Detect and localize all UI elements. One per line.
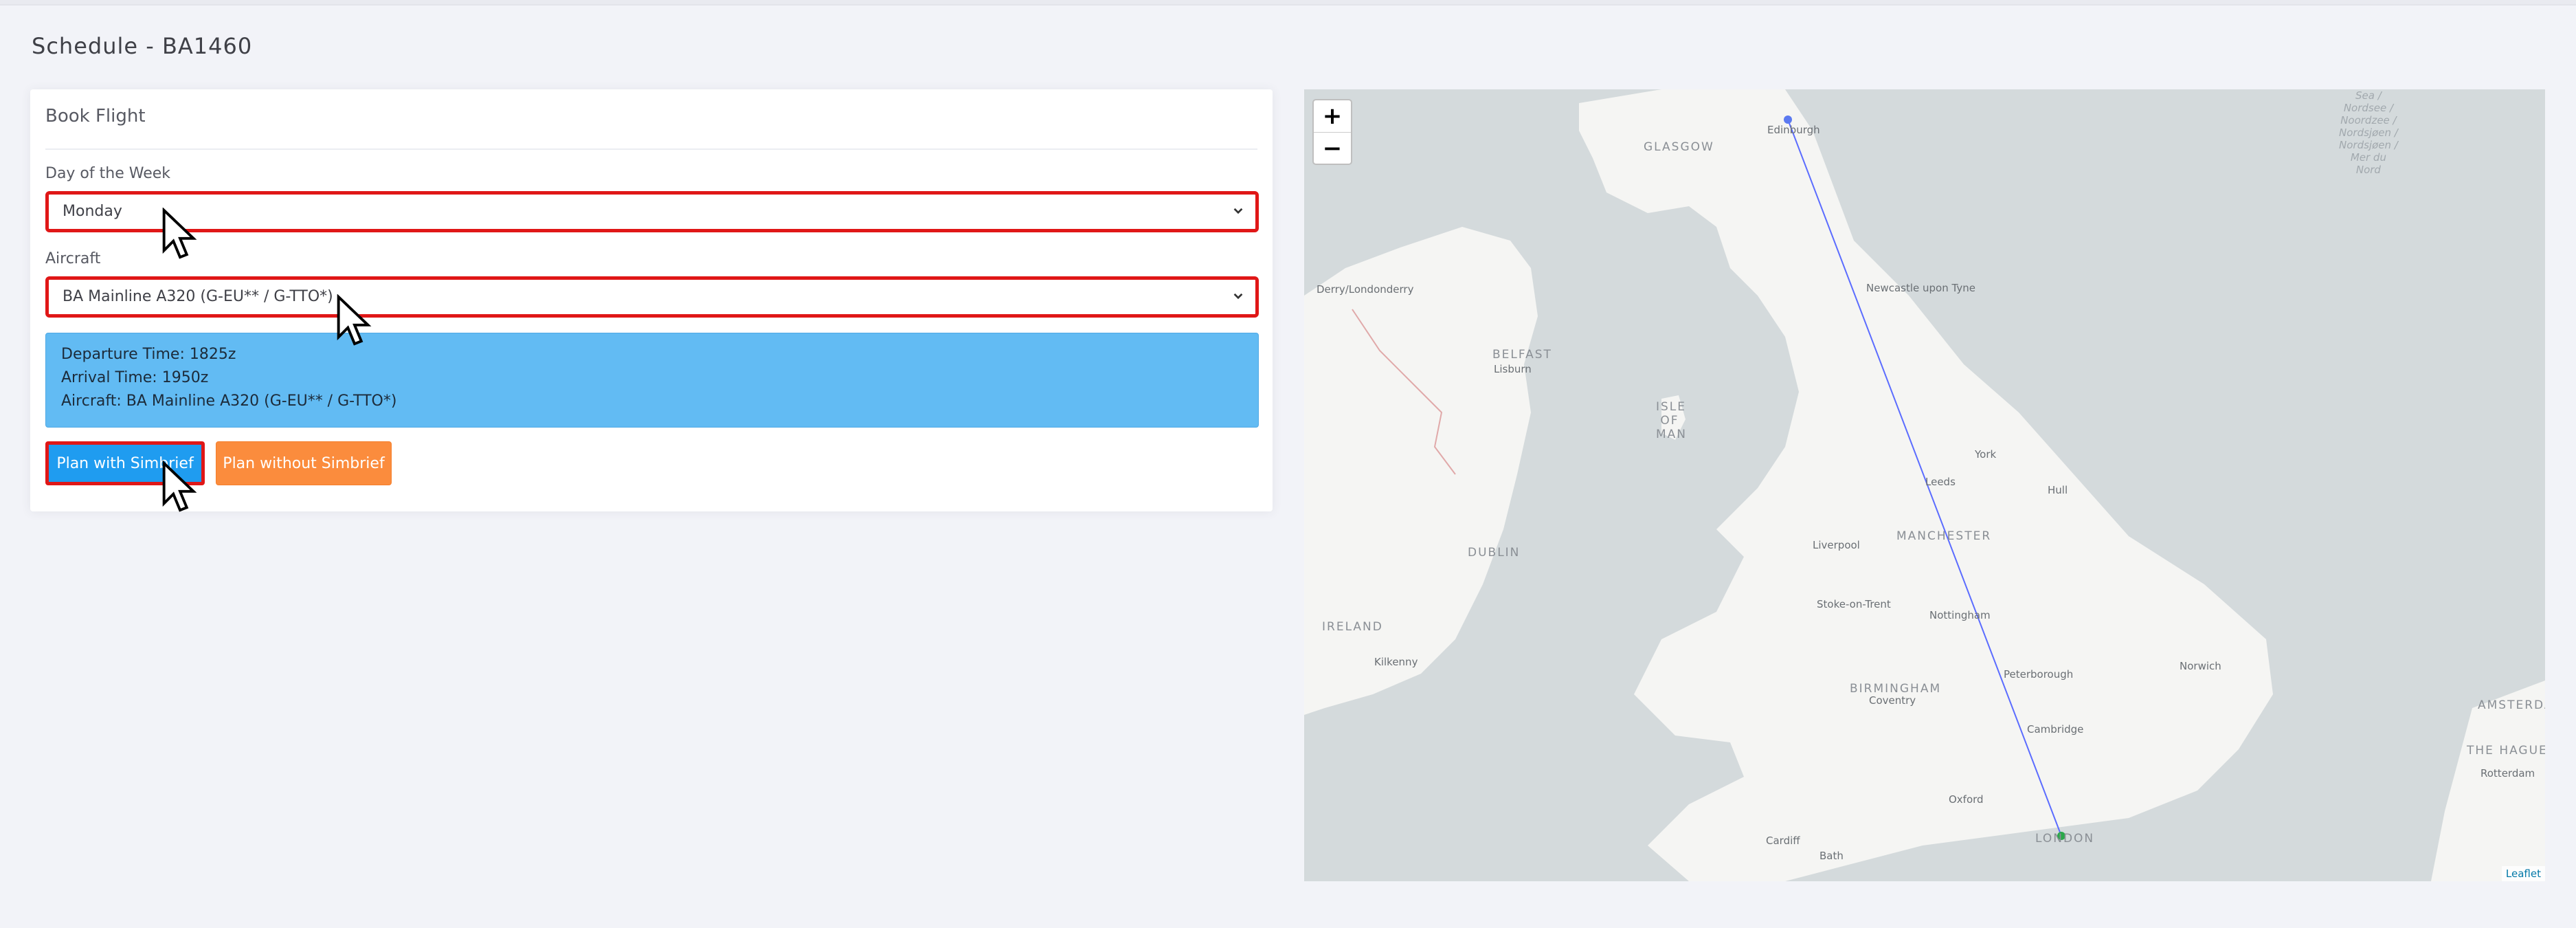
- aircraft-value: BA Mainline A320 (G-EU** / G-TTO*): [63, 288, 333, 305]
- page-title: Schedule - BA1460: [32, 33, 253, 59]
- map-label-belfast: BELFAST: [1492, 348, 1552, 362]
- map-label-birmingham: BIRMINGHAM: [1850, 682, 1942, 696]
- map-label-edinburgh: Edinburgh: [1767, 124, 1820, 136]
- map-label-north-sea: Sea / Nordsee / Noordzee / Nordsjøen / N…: [2339, 89, 2398, 176]
- map-label-oxford: Oxford: [1949, 793, 1984, 806]
- map-label-york: York: [1975, 448, 1997, 461]
- zoom-in-button[interactable]: +: [1314, 100, 1351, 132]
- map-label-peterborough: Peterborough: [2004, 668, 2074, 681]
- map-label-nottingham: Nottingham: [1929, 609, 1991, 621]
- map-label-hull: Hull: [2048, 484, 2068, 496]
- origin-marker: [1784, 115, 1792, 124]
- map-label-rotterdam: Rotterdam: [2480, 767, 2535, 780]
- map-label-amsterdam: AMSTERDAM: [2478, 698, 2545, 712]
- map-label-liverpool: Liverpool: [1813, 539, 1860, 551]
- aircraft-info: Aircraft: BA Mainline A320 (G-EU** / G-T…: [61, 393, 397, 410]
- map-label-stoke: Stoke-on-Trent: [1817, 598, 1891, 610]
- map-label-cambridge: Cambridge: [2027, 723, 2084, 736]
- map-label-isle-of-man: ISLE OF MAN: [1656, 400, 1688, 441]
- map-label-dublin: DUBLIN: [1468, 546, 1521, 560]
- map-land: [1304, 89, 2545, 881]
- map-label-lisburn: Lisburn: [1494, 363, 1532, 375]
- card-title: Book Flight: [45, 106, 146, 126]
- leaflet-attribution-link[interactable]: Leaflet: [2501, 866, 2545, 881]
- flight-info-alert: Departure Time: 1825z Arrival Time: 1950…: [45, 333, 1259, 428]
- map-label-coventry: Coventry: [1869, 694, 1916, 707]
- day-of-week-label: Day of the Week: [45, 165, 171, 182]
- chevron-down-icon: [1233, 293, 1243, 300]
- map-label-manchester: MANCHESTER: [1896, 529, 1992, 543]
- map-label-norwich: Norwich: [2180, 660, 2221, 672]
- book-flight-card: Book Flight Day of the Week Monday Aircr…: [30, 89, 1273, 511]
- departure-time: Departure Time: 1825z: [61, 346, 236, 363]
- map-label-ireland: IRELAND: [1322, 620, 1383, 634]
- day-of-week-value: Monday: [63, 203, 122, 220]
- zoom-control: + −: [1312, 99, 1352, 165]
- cursor-arrow-icon: [337, 294, 372, 346]
- zoom-out-button[interactable]: −: [1314, 132, 1351, 164]
- map-label-leeds: Leeds: [1925, 476, 1956, 488]
- map-label-cardiff: Cardiff: [1766, 835, 1800, 847]
- route-map[interactable]: + − Edinburgh GLASGOW Derry/Londonderry …: [1304, 89, 2545, 881]
- map-label-derry: Derry/Londonderry: [1317, 283, 1414, 296]
- map-label-newcastle: Newcastle upon Tyne: [1866, 282, 1975, 294]
- plan-without-simbrief-button[interactable]: Plan without Simbrief: [216, 441, 392, 485]
- map-label-the-hague: THE HAGUE: [2467, 744, 2545, 758]
- map-label-london: LONDON: [2035, 832, 2095, 846]
- aircraft-select[interactable]: BA Mainline A320 (G-EU** / G-TTO*): [45, 276, 1259, 318]
- day-of-week-select[interactable]: Monday: [45, 191, 1259, 232]
- map-label-glasgow: GLASGOW: [1644, 140, 1714, 154]
- top-border: [0, 0, 2576, 5]
- card-divider: [45, 148, 1257, 150]
- cursor-arrow-icon: [162, 208, 197, 259]
- arrival-time: Arrival Time: 1950z: [61, 369, 209, 386]
- chevron-down-icon: [1233, 208, 1243, 214]
- map-label-kilkenny: Kilkenny: [1374, 656, 1418, 668]
- aircraft-label: Aircraft: [45, 250, 101, 267]
- cursor-arrow-icon: [162, 461, 197, 512]
- map-label-bath: Bath: [1819, 850, 1844, 862]
